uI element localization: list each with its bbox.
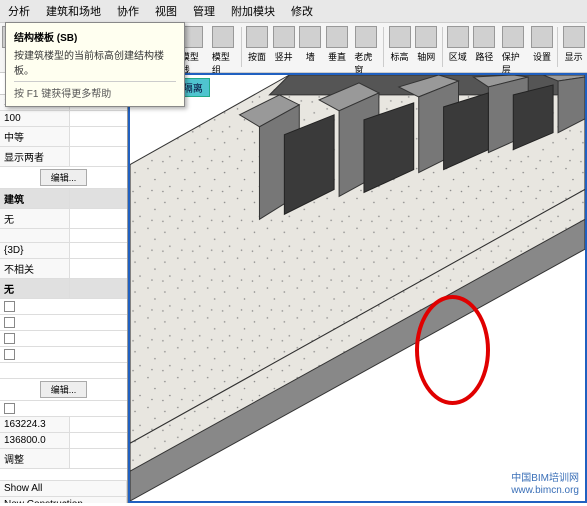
tooltip-description: 按建筑楼型的当前标高创建结构楼板。 (14, 47, 176, 77)
ribbon-separator (383, 27, 384, 67)
tooltip: 结构楼板 (SB) 按建筑楼型的当前标高创建结构楼板。 按 F1 键获得更多帮助 (5, 22, 185, 107)
shaft-icon (273, 26, 295, 48)
prop-showboth: 显示两者 (0, 147, 70, 166)
edit-button-2[interactable]: 编辑... (40, 381, 88, 398)
prop-none: 无 (0, 209, 70, 228)
ribbon-cover[interactable]: 保护层 (498, 25, 529, 77)
viewport-3d[interactable]: 临时隐藏/隔离 (128, 73, 587, 503)
prop-none2: 无 (0, 279, 70, 298)
prop-showall[interactable]: Show All (0, 481, 127, 496)
model-3d (130, 75, 585, 501)
ribbon-separator (241, 27, 242, 67)
prop-volume: 136800.0 (0, 433, 70, 448)
checkbox-icon (4, 403, 15, 414)
ribbon-separator (442, 27, 443, 67)
cover-icon (502, 26, 524, 48)
main-area: 编辑类型 1 : 100 100 中等 显示两者 编辑... 建筑 无 {3D}… (0, 73, 587, 503)
prop-detail: 中等 (0, 127, 70, 146)
prop-unrelated: 不相关 (0, 259, 70, 278)
ribbon-shaft[interactable]: 竖井 (270, 25, 297, 64)
prop-newconstr[interactable]: New Construction (0, 497, 127, 503)
check-row-5[interactable] (0, 401, 127, 417)
ribbon-level[interactable]: 标高 (386, 25, 413, 64)
prop-3d: {3D} (0, 243, 70, 258)
menu-manage[interactable]: 管理 (185, 0, 223, 22)
ribbon-wall[interactable]: 墙 (297, 25, 324, 64)
checkbox-icon (4, 317, 15, 328)
menu-modify[interactable]: 修改 (283, 0, 321, 22)
tooltip-title: 结构楼板 (SB) (14, 29, 176, 44)
prop-area: 163224.3 (0, 417, 70, 432)
watermark: 中国BIM培训网 www.bimcn.org (511, 473, 579, 497)
prop-discipline: 建筑 (0, 189, 70, 208)
prop-scale100: 100 (0, 111, 70, 126)
modelgroup-icon (212, 26, 234, 48)
ribbon-separator (557, 27, 558, 67)
check-row-3[interactable] (0, 331, 127, 347)
tooltip-help: 按 F1 键获得更多帮助 (14, 81, 176, 100)
area-icon (447, 26, 469, 48)
ribbon-dormer[interactable]: 老虎窗 (350, 25, 381, 77)
ribbon-path[interactable]: 路径 (471, 25, 498, 64)
checkbox-icon (4, 333, 15, 344)
menu-collab[interactable]: 协作 (109, 0, 147, 22)
ribbon-vertical[interactable]: 垂直 (324, 25, 351, 64)
settings-icon (531, 26, 553, 48)
prop-adjust: 调整 (0, 449, 70, 468)
show-icon (563, 26, 585, 48)
level-icon (389, 26, 411, 48)
checkbox-icon (4, 301, 15, 312)
properties-panel: 编辑类型 1 : 100 100 中等 显示两者 编辑... 建筑 无 {3D}… (0, 73, 128, 503)
ribbon-show[interactable]: 显示 (560, 25, 587, 64)
byface-icon (246, 26, 268, 48)
checkbox-icon (4, 349, 15, 360)
menubar: 分析 建筑和场地 协作 视图 管理 附加模块 修改 (0, 0, 587, 23)
check-row-4[interactable] (0, 347, 127, 363)
wall-icon (299, 26, 321, 48)
check-row-1[interactable] (0, 299, 127, 315)
path-icon (473, 26, 495, 48)
menu-site[interactable]: 建筑和场地 (38, 0, 109, 22)
grid-icon (415, 26, 437, 48)
dormer-icon (355, 26, 377, 48)
vertical-icon (326, 26, 348, 48)
edit-button-1[interactable]: 编辑... (40, 169, 88, 186)
ribbon-modelgroup[interactable]: 模型组 (208, 25, 239, 77)
ribbon-grid[interactable]: 轴网 (413, 25, 440, 64)
annotation-ellipse (415, 295, 490, 405)
ribbon-settings[interactable]: 设置 (529, 25, 556, 64)
menu-addins[interactable]: 附加模块 (223, 0, 283, 22)
ribbon-area[interactable]: 区域 (444, 25, 471, 64)
menu-view[interactable]: 视图 (147, 0, 185, 22)
ribbon-byface[interactable]: 按面 (244, 25, 271, 64)
check-row-2[interactable] (0, 315, 127, 331)
menu-analysis[interactable]: 分析 (0, 0, 38, 22)
